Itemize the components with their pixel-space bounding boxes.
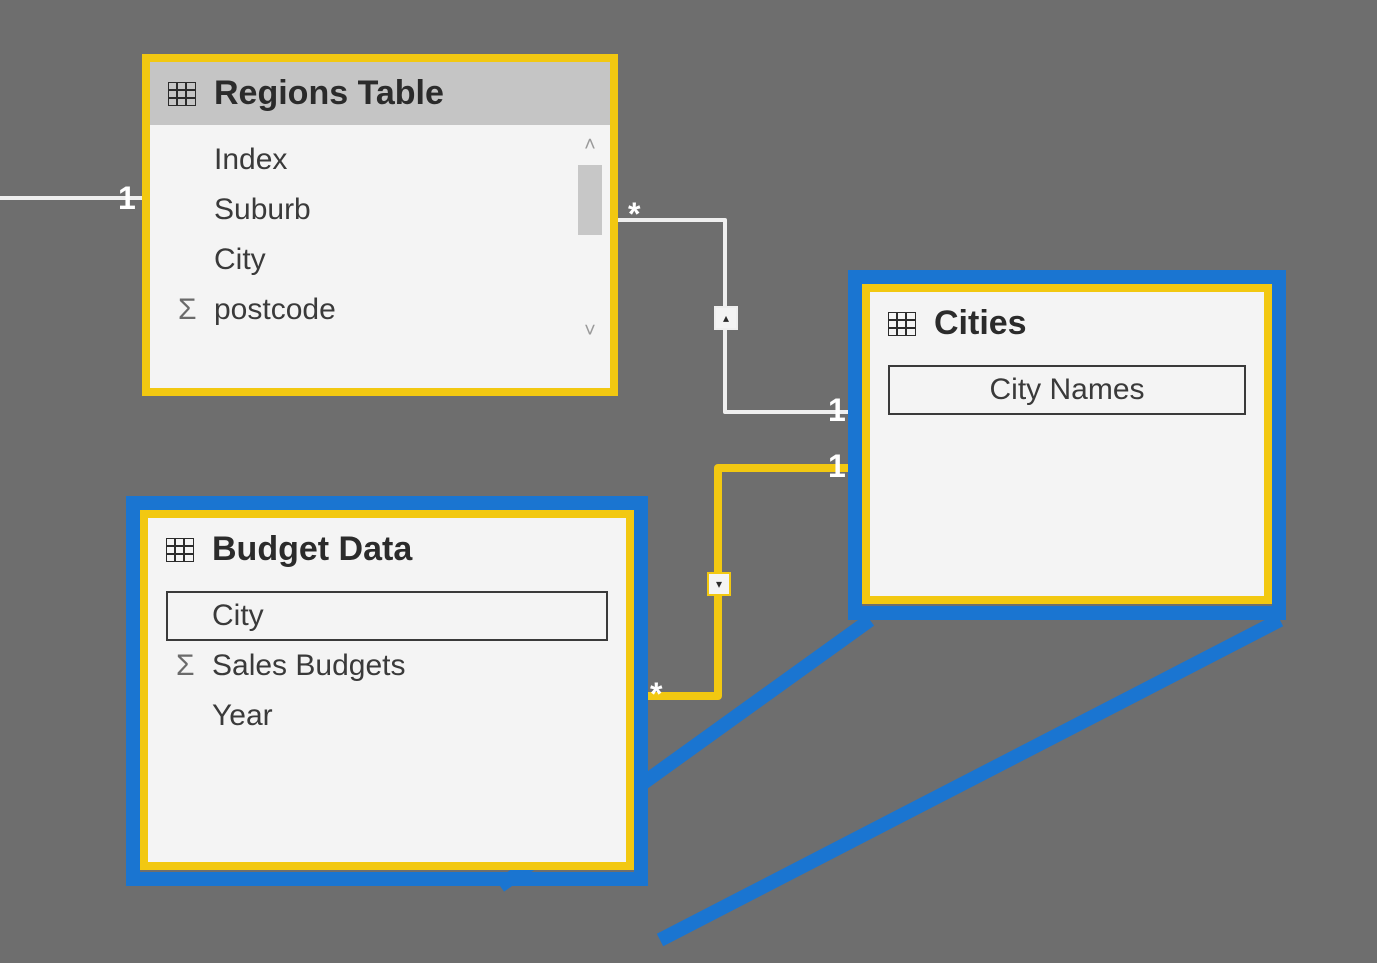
chevron-up-icon[interactable]: ˄ [576, 135, 604, 155]
cardinality-one-cities-bottom: 1 [828, 448, 846, 485]
field-city[interactable]: City [178, 235, 582, 285]
field-label: Year [212, 699, 273, 733]
cardinality-one-cities-top: 1 [828, 392, 846, 429]
table-card-regions[interactable]: Regions Table Index Suburb City Σ postco… [142, 54, 618, 396]
table-title: Regions Table [214, 74, 444, 113]
table-icon [168, 82, 196, 106]
field-year[interactable]: Year [176, 691, 598, 741]
cardinality-many-regions: * [628, 196, 640, 233]
field-city-names[interactable]: City Names [888, 365, 1246, 415]
model-canvas[interactable]: 1 * 1 1 * ▴ ▾ Regions Table Index Suburb [0, 0, 1377, 963]
table-icon [888, 312, 916, 336]
filter-direction-icon[interactable]: ▾ [707, 572, 731, 596]
table-header[interactable]: Regions Table [150, 62, 610, 125]
field-suburb[interactable]: Suburb [178, 185, 582, 235]
field-label: Suburb [214, 193, 311, 227]
arrow-up-icon: ▴ [723, 311, 729, 325]
cardinality-many-budget: * [650, 676, 662, 713]
sigma-icon: Σ [178, 293, 214, 327]
table-header[interactable]: Cities [870, 292, 1264, 355]
field-label: City [214, 243, 266, 277]
table-fields: Index Suburb City Σ postcode ˄ ˅ [150, 125, 610, 351]
field-sales-budgets[interactable]: Σ Sales Budgets [176, 641, 598, 691]
table-card-budget[interactable]: Budget Data City Σ Sales Budgets Year [140, 510, 634, 870]
field-label: Sales Budgets [212, 649, 405, 683]
field-index[interactable]: Index [178, 135, 582, 185]
field-label: postcode [214, 293, 336, 327]
field-city[interactable]: City [166, 591, 608, 641]
field-postcode[interactable]: Σ postcode [178, 285, 582, 335]
table-icon [166, 538, 194, 562]
table-fields: City Σ Sales Budgets Year [148, 581, 626, 757]
table-card-cities[interactable]: Cities City Names [862, 284, 1272, 604]
table-title: Cities [934, 304, 1027, 343]
table-header[interactable]: Budget Data [148, 518, 626, 581]
field-label: City [212, 599, 264, 633]
cardinality-one-left: 1 [118, 180, 136, 217]
field-label: City Names [989, 373, 1144, 407]
table-fields: City Names [870, 355, 1264, 431]
field-scrollbar[interactable]: ˄ ˅ [576, 135, 604, 341]
scrollbar-thumb[interactable] [578, 165, 602, 235]
sigma-icon: Σ [176, 649, 212, 683]
chevron-down-icon[interactable]: ˅ [576, 321, 604, 341]
arrow-down-icon: ▾ [716, 577, 722, 591]
table-title: Budget Data [212, 530, 412, 569]
filter-direction-icon[interactable]: ▴ [714, 306, 738, 330]
field-label: Index [214, 143, 287, 177]
